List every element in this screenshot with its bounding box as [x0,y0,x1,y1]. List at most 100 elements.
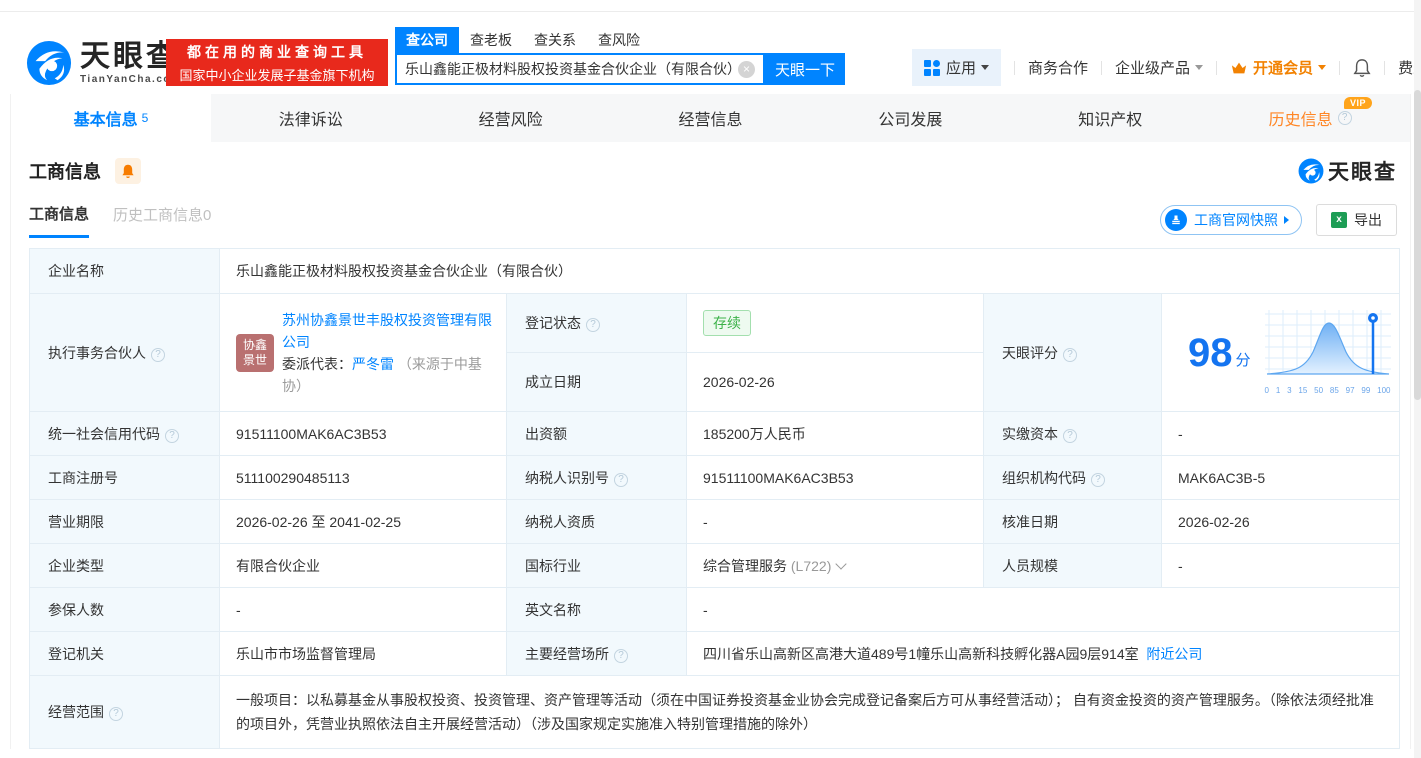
staff-size-value: - [1160,543,1401,588]
business-info-section: 工商信息 天眼查 工商信息 历史工商信息0 工商官网快照 x 导出 企业名称 乐… [11,142,1410,749]
score-label-text: 天眼评分 [1002,344,1058,361]
nav-cooperation[interactable]: 商务合作 [1028,57,1088,78]
notification-bell-icon[interactable] [1353,58,1371,78]
section-title: 工商信息 [29,162,101,182]
help-icon[interactable]: ? [1063,347,1077,362]
search-tab-boss[interactable]: 查老板 [459,27,523,53]
paid-capital-value: - [1160,411,1401,456]
business-scope-label-text: 经营范围 [48,704,104,720]
search-tab-risk[interactable]: 查风险 [587,27,651,53]
search-tab-company[interactable]: 查公司 [395,27,459,53]
table-row: 工商注册号 511100290485113 纳税人识别号? 91511100MA… [29,455,1401,500]
watermark-logo-text: 天眼查 [1328,161,1397,184]
help-icon[interactable]: ? [109,707,123,721]
monitor-bell-button[interactable] [115,158,141,184]
table-row: 统一社会信用代码? 91511100MAK6AC3B53 出资额 185200万… [29,411,1401,456]
credit-code-label-text: 统一社会信用代码 [48,425,160,442]
scrollbar-track[interactable] [1414,0,1421,758]
tab-company-development-label: 公司发展 [878,112,943,129]
reg-authority-label: 登记机关 [29,631,220,676]
search-button[interactable]: 天眼一下 [765,53,845,85]
reg-status-value: 存续 [686,293,984,353]
clear-search-icon[interactable]: × [738,60,755,78]
subtab-business-info[interactable]: 工商信息 [29,203,90,238]
score-unit: 分 [1235,352,1251,369]
reg-status-label-text: 登记状态 [525,315,581,331]
official-snapshot-label: 工商官网快照 [1194,212,1278,228]
search-tab-relation[interactable]: 查关系 [523,27,587,53]
promo-banner: 都在用的商业查询工具 国家中小企业发展子基金旗下机构 [166,39,388,86]
address-text: 四川省乐山高新区高港大道489号1幢乐山高新科技孵化器A园9层914室 [703,645,1139,662]
org-code-value: MAK6AC3B-5 [1160,455,1401,500]
help-icon[interactable]: ? [614,472,628,487]
top-divider [0,0,1421,12]
score-label: 天眼评分? [983,293,1162,412]
tab-basic-info[interactable]: 基本信息 5 [11,94,211,142]
tianyancha-logo[interactable]: 天眼查 TianYanCha.com [26,40,181,86]
tab-intellectual-property-label: 知识产权 [1078,112,1143,129]
scrollbar-thumb[interactable] [1414,90,1421,400]
credit-code-label: 统一社会信用代码? [29,411,220,456]
search-box: × [395,53,765,85]
tab-company-development[interactable]: 公司发展 [810,94,1010,142]
help-icon[interactable]: ? [1337,111,1352,125]
tab-operating-risk[interactable]: 经营风险 [411,94,611,142]
reg-number-value: 511100290485113 [219,455,507,500]
help-icon[interactable]: ? [586,318,600,332]
tab-legal[interactable]: 法律诉讼 [211,94,411,142]
apps-grid-icon [924,59,940,76]
insured-label: 参保人数 [29,587,220,632]
search-input[interactable] [405,61,738,77]
nav-enterprise[interactable]: 企业级产品 [1115,57,1204,78]
nav-separator [1339,60,1341,75]
help-icon[interactable]: ? [165,428,179,443]
crown-icon [1231,62,1247,73]
nav-enterprise-label: 企业级产品 [1115,60,1191,77]
capital-label: 出资额 [506,411,687,456]
detail-tabs: 基本信息 5 法律诉讼 经营风险 经营信息 公司发展 知识产权 VIP 历史信息 … [11,94,1410,142]
chevron-down-icon[interactable] [835,557,848,570]
establish-date-label: 成立日期 [506,352,687,412]
watermark-logo: 天眼查 [1298,156,1397,186]
paid-capital-label-text: 实缴资本 [1002,425,1058,442]
partner-company-link[interactable]: 苏州协鑫景世丰股权投资管理有限公司 [282,312,492,350]
table-row: 营业期限 2026-02-26 至 2041-02-25 纳税人资质 - 核准日… [29,499,1401,544]
address-value: 四川省乐山高新区高港大道489号1幢乐山高新科技孵化器A园9层914室 附近公司 [685,631,1401,676]
chevron-down-icon [1318,65,1327,70]
company-type-label: 企业类型 [29,543,220,588]
partner-value: 协鑫景世 苏州协鑫景世丰股权投资管理有限公司 委派代表：严冬雷 （来源于中基协） [219,293,507,412]
business-info-table: 企业名称 乐山鑫能正极材料股权投资基金合伙企业（有限合伙） 执行事务合伙人? 协… [29,248,1401,749]
partner-avatar[interactable]: 协鑫景世 [236,333,274,372]
help-icon[interactable]: ? [1063,428,1077,443]
help-icon[interactable]: ? [151,347,165,362]
tab-operating-risk-label: 经营风险 [478,112,543,129]
org-code-label-text: 组织机构代码 [1002,469,1086,486]
tab-basic-info-label: 基本信息 [73,112,138,129]
official-snapshot-button[interactable]: 工商官网快照 [1160,205,1302,235]
site-header: 天眼查 TianYanCha.com 都在用的商业查询工具 国家中小企业发展子基… [0,12,1421,94]
table-row: 企业名称 乐山鑫能正极材料股权投资基金合伙企业（有限合伙） [29,248,1401,294]
industry-name: 综合管理服务 [703,557,787,574]
table-row: 参保人数 - 英文名称 - [29,587,1401,632]
tab-history-info[interactable]: VIP 历史信息 ? [1210,94,1410,142]
export-button[interactable]: x 导出 [1316,204,1397,236]
reg-number-label: 工商注册号 [29,455,220,500]
status-badge: 存续 [703,310,751,336]
tab-operating-info[interactable]: 经营信息 [611,94,811,142]
delegate-name-link[interactable]: 严冬雷 [352,356,394,372]
tab-intellectual-property[interactable]: 知识产权 [1010,94,1210,142]
score-axis-labels: 0 1 3 15 50 85 97 99 100 [1264,386,1391,395]
staff-size-label: 人员规模 [983,543,1162,588]
help-icon[interactable]: ? [614,648,628,663]
nearby-companies-link[interactable]: 附近公司 [1146,646,1202,662]
bell-icon [122,164,134,179]
tab-history-info-label: 历史信息 [1268,112,1333,129]
apps-menu[interactable]: 应用 [912,49,1002,86]
partner-label-text: 执行事务合伙人 [48,344,146,361]
company-name-label: 企业名称 [29,248,220,294]
nav-vip[interactable]: 开通会员 [1230,57,1327,78]
help-icon[interactable]: ? [1091,472,1105,487]
nav-separator [1101,60,1103,75]
subtab-history-business-info[interactable]: 历史工商信息0 [113,204,211,236]
chevron-down-icon [1195,65,1204,70]
